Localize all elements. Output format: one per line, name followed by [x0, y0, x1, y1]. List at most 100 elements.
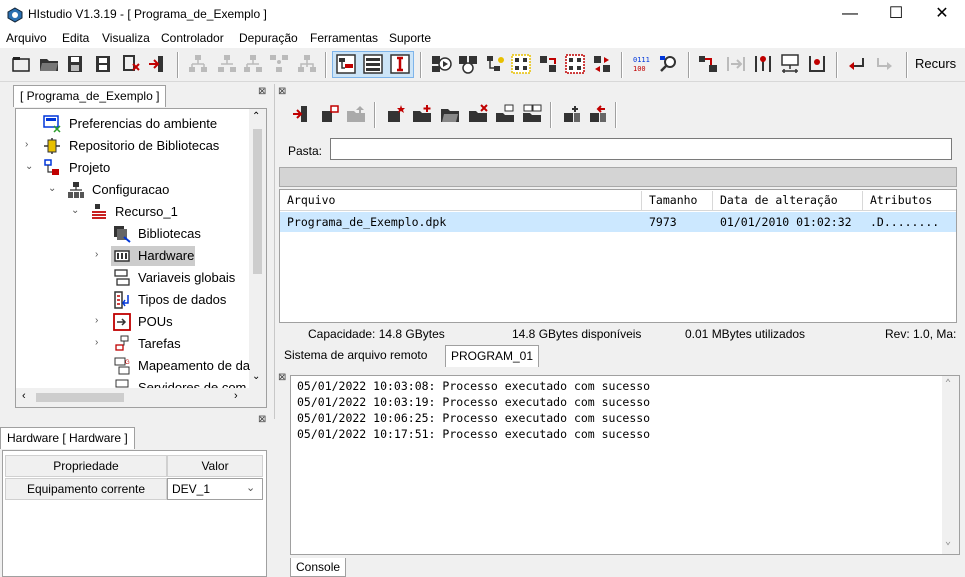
- delete-folder-icon[interactable]: [467, 103, 489, 125]
- back-arrow-icon[interactable]: [846, 53, 868, 75]
- properties-tab[interactable]: Hardware [ Hardware ]: [0, 427, 135, 449]
- scroll-right-icon[interactable]: ›: [234, 390, 238, 402]
- network-tree-icon[interactable]: [296, 53, 318, 75]
- monitor-network-icon[interactable]: [779, 53, 801, 75]
- io-map-icon[interactable]: [537, 53, 559, 75]
- forward-arrow-icon[interactable]: [873, 53, 895, 75]
- chevron-right-icon[interactable]: ›: [95, 315, 98, 326]
- file-pane-close-icon[interactable]: ⊠: [278, 86, 286, 97]
- tree-item-hardware[interactable]: › Hardware: [16, 246, 248, 266]
- close-project-icon[interactable]: [120, 53, 142, 75]
- new-file-icon[interactable]: [10, 53, 32, 75]
- column-header-value[interactable]: Valor: [167, 455, 263, 477]
- new-folder-star-icon[interactable]: [385, 103, 407, 125]
- transfer-icon[interactable]: [591, 53, 613, 75]
- tree-item-pous[interactable]: › POUs: [16, 312, 248, 332]
- tree-item-bibliotecas[interactable]: Bibliotecas: [16, 224, 248, 244]
- menu-arquivo[interactable]: Arquivo: [6, 31, 47, 45]
- folder-up-icon[interactable]: [345, 103, 367, 125]
- scroll-thumb[interactable]: [253, 129, 262, 274]
- breakpoint-icon[interactable]: [752, 53, 774, 75]
- tree-item-tipos-dados[interactable]: Tipos de dados: [16, 290, 248, 310]
- open-folder-icon[interactable]: [38, 53, 60, 75]
- menu-visualiza[interactable]: Visualiza: [102, 31, 150, 45]
- network-config-icon[interactable]: [268, 53, 290, 75]
- tree-item-variaveis-globais[interactable]: Variaveis globais: [16, 268, 248, 288]
- tree-horizontal-scrollbar[interactable]: ‹ ›: [16, 388, 249, 407]
- add-folder-icon[interactable]: [411, 103, 433, 125]
- import-file-icon[interactable]: [291, 103, 313, 125]
- tree-vertical-scrollbar[interactable]: ⌃ ⌄: [249, 109, 266, 407]
- column-header-arquivo[interactable]: Arquivo: [280, 191, 642, 211]
- find-icon[interactable]: [658, 53, 680, 75]
- properties-close-icon[interactable]: ⊠: [258, 414, 266, 425]
- column-header-data[interactable]: Data de alteração: [713, 191, 863, 211]
- menu-edita[interactable]: Edita: [62, 31, 89, 45]
- chevron-down-icon[interactable]: ⌄: [71, 205, 79, 216]
- download-program-icon[interactable]: [697, 53, 719, 75]
- tab-sistema-arquivo-remoto[interactable]: Sistema de arquivo remoto: [279, 345, 432, 367]
- resource-label[interactable]: Recurs: [915, 56, 956, 71]
- console-close-icon[interactable]: ⊠: [278, 372, 286, 383]
- binary-icon[interactable]: 0111100: [631, 53, 653, 75]
- tree-item-projeto[interactable]: ⌄ Projeto: [16, 158, 248, 178]
- chevron-right-icon[interactable]: ›: [95, 337, 98, 348]
- memory-grid-icon[interactable]: [510, 53, 532, 75]
- menu-ferramentas[interactable]: Ferramentas: [310, 31, 378, 45]
- sync-folder-icon[interactable]: [521, 103, 543, 125]
- compile-icon[interactable]: [430, 53, 452, 75]
- step-icon[interactable]: [725, 53, 747, 75]
- tree-item-servidores[interactable]: Servidores de com: [16, 378, 248, 388]
- title-bar[interactable]: HIstudio V1.3.19 - [ Programa_de_Exemplo…: [0, 0, 965, 30]
- menu-suporte[interactable]: Suporte: [389, 31, 431, 45]
- upload-file-icon[interactable]: [319, 103, 341, 125]
- current-device-select[interactable]: DEV_1 ⌄: [167, 478, 263, 500]
- scroll-hthumb[interactable]: [36, 393, 124, 402]
- column-header-property[interactable]: Propriedade: [5, 455, 167, 477]
- debug-hierarchy-icon[interactable]: [484, 53, 506, 75]
- folder-path-input[interactable]: [330, 138, 952, 160]
- network-icon[interactable]: [187, 53, 209, 75]
- chevron-right-icon[interactable]: ›: [25, 139, 28, 150]
- download-device-icon[interactable]: [587, 103, 609, 125]
- scroll-up-icon[interactable]: ⌃: [252, 111, 260, 122]
- tree-item-configuracao[interactable]: ⌄ Configuracao: [16, 180, 248, 200]
- scroll-up-icon[interactable]: ⌃: [945, 378, 951, 389]
- chevron-down-icon[interactable]: ⌄: [48, 183, 56, 194]
- network-download-icon[interactable]: [242, 53, 264, 75]
- folder-open-icon[interactable]: [439, 103, 461, 125]
- tab-console[interactable]: Console: [290, 558, 347, 577]
- column-header-atributos[interactable]: Atributos: [863, 191, 956, 211]
- memory-red-icon[interactable]: [564, 53, 586, 75]
- chevron-right-icon[interactable]: ›: [95, 249, 98, 260]
- menu-controlador[interactable]: Controlador: [161, 31, 224, 45]
- network-connect-icon[interactable]: [216, 53, 238, 75]
- panel-close-icon[interactable]: ⊠: [258, 86, 266, 97]
- console-scrollbar[interactable]: ⌃ ⌄: [942, 376, 959, 554]
- save-all-icon[interactable]: [92, 53, 114, 75]
- project-tree-view-icon[interactable]: [335, 53, 357, 75]
- scroll-left-icon[interactable]: ‹: [22, 390, 26, 402]
- scroll-down-icon[interactable]: ⌄: [252, 371, 260, 382]
- upload-device-icon[interactable]: [561, 103, 583, 125]
- layout-view-icon[interactable]: [362, 53, 384, 75]
- maximize-button[interactable]: ☐: [873, 0, 919, 30]
- tree-item-repositorio[interactable]: › Repositorio de Bibliotecas: [16, 136, 248, 156]
- minimize-button[interactable]: —: [827, 0, 873, 30]
- exit-icon[interactable]: [146, 53, 168, 75]
- force-icon[interactable]: [806, 53, 828, 75]
- close-button[interactable]: ✕: [919, 0, 965, 30]
- build-icon[interactable]: [457, 53, 479, 75]
- table-row[interactable]: Programa_de_Exemplo.dpk 7973 01/01/2010 …: [280, 212, 956, 232]
- scroll-down-icon[interactable]: ⌄: [945, 536, 951, 547]
- tree-item-recurso[interactable]: ⌄ Recurso_1: [16, 202, 248, 222]
- tree-item-preferencias[interactable]: Preferencias do ambiente: [16, 114, 248, 134]
- tree-item-mapeamento[interactable]: G Mapeamento de da: [16, 356, 250, 376]
- column-header-tamanho[interactable]: Tamanho: [642, 191, 713, 211]
- menu-depuracao[interactable]: Depuração: [239, 31, 298, 45]
- info-view-icon[interactable]: [389, 53, 411, 75]
- tab-program-01[interactable]: PROGRAM_01: [445, 345, 540, 367]
- download-folder-icon[interactable]: [494, 103, 516, 125]
- tree-item-tarefas[interactable]: › Tarefas: [16, 334, 248, 354]
- project-tab[interactable]: [ Programa_de_Exemplo ]: [13, 85, 167, 107]
